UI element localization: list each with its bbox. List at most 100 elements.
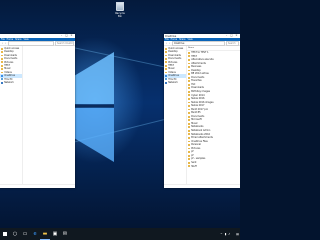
folder-icon	[165, 61, 168, 64]
store-button[interactable]: ▣	[50, 228, 60, 240]
mail-button[interactable]: ✉	[60, 228, 70, 240]
folder-icon	[1, 71, 4, 74]
folder-icon	[188, 108, 191, 111]
folder-icon	[188, 105, 191, 107]
file-list-item[interactable]: Stuff	[187, 165, 240, 169]
navigation-pane: Quick access Desktop Downloads Documents Pic…	[164, 46, 187, 185]
status-bar	[164, 184, 240, 188]
star-icon	[1, 47, 4, 50]
folder-icon	[1, 64, 4, 67]
folder-icon: ▬	[42, 230, 48, 237]
folder-icon	[188, 58, 191, 61]
file-list: TEST to TEST 1 TEST Alternative execute Att…	[187, 51, 240, 168]
task-view-button[interactable]: ▭	[20, 228, 30, 240]
folder-icon	[1, 61, 4, 64]
file-explorer-button[interactable]: ▬	[40, 228, 50, 240]
folder-icon	[188, 122, 191, 125]
nav-item-label: Network	[4, 80, 14, 84]
file-name: Stuff	[191, 164, 197, 168]
action-center-icon[interactable]: ▤	[236, 232, 239, 236]
nav-item-network[interactable]: Network	[0, 81, 22, 84]
folder-icon	[188, 112, 191, 114]
folder-icon	[188, 62, 191, 65]
folder-icon	[188, 97, 191, 100]
task-view-icon: ▭	[22, 231, 28, 237]
recycle-bin-label: Recycle Bin	[115, 11, 125, 18]
close-button[interactable]: ×	[69, 34, 74, 38]
nav-item-label: Network	[168, 80, 178, 84]
start-button[interactable]	[0, 228, 10, 240]
folder-icon	[188, 133, 191, 136]
folder-icon	[188, 129, 191, 132]
folder-icon	[188, 73, 191, 75]
folder-icon	[188, 87, 191, 90]
cloud-icon	[165, 74, 168, 77]
folder-icon	[188, 76, 191, 79]
forward-arrow-icon[interactable]: ›	[4, 42, 7, 45]
navigation-pane: Quick access Desktop Downloads Documents Pic…	[0, 46, 23, 185]
folder-icon	[165, 68, 168, 70]
folder-icon	[188, 119, 191, 122]
folder-icon	[188, 144, 191, 146]
folder-icon	[188, 83, 191, 86]
folder-icon	[188, 66, 191, 68]
folder-icon	[1, 51, 4, 53]
download-icon	[1, 54, 4, 57]
folder-icon	[188, 137, 191, 139]
folder-icon	[188, 158, 191, 161]
folder-icon	[188, 101, 191, 104]
file-explorer-window-left[interactable]: – □ × File Home Share View ‹ › Search On…	[0, 34, 75, 188]
folder-icon	[188, 51, 191, 54]
windows-icon	[3, 232, 7, 236]
recycle-bin[interactable]: Recycle Bin	[113, 2, 127, 18]
forward-arrow-icon[interactable]: ›	[168, 42, 171, 45]
download-icon	[165, 54, 168, 57]
folder-icon	[188, 161, 191, 164]
chevron-up-icon[interactable]: ^	[220, 232, 223, 236]
folder-icon	[165, 51, 168, 53]
explorer-body: Quick access Desktop Downloads Documents Pic…	[164, 46, 240, 185]
folder-icon	[188, 151, 191, 153]
status-bar	[0, 184, 75, 188]
folder-icon	[188, 154, 191, 157]
network-icon[interactable]: ▮	[225, 232, 227, 236]
content-pane[interactable]	[23, 46, 75, 185]
folder-icon	[188, 165, 191, 168]
search-input[interactable]: Search OneDrive	[55, 40, 74, 46]
cloud-icon	[1, 74, 4, 77]
folder-icon	[165, 64, 168, 67]
folder-icon	[188, 90, 191, 93]
nav-item-network[interactable]: Network	[164, 81, 186, 84]
volume-icon[interactable]: ♪	[228, 232, 230, 236]
close-button[interactable]: ×	[234, 34, 239, 38]
content-pane[interactable]: Name TEST to TEST 1 TEST Alternative execu…	[187, 46, 240, 185]
folder-icon	[188, 140, 191, 143]
folder-icon	[165, 57, 168, 60]
folder-icon	[188, 126, 191, 129]
search-button[interactable]: ○	[10, 228, 20, 240]
edge-icon: e	[33, 231, 37, 237]
mail-icon: ✉	[62, 231, 68, 237]
recycle-bin-icon	[116, 2, 124, 11]
taskbar: ○ ▭ e ▬ ▣ ✉ ^ ▮ ♪ ▤	[0, 228, 240, 240]
folder-icon	[188, 115, 191, 118]
network-icon	[165, 81, 168, 84]
edge-button[interactable]: e	[30, 228, 40, 240]
search-input[interactable]: Search	[226, 40, 239, 46]
store-icon: ▣	[52, 231, 58, 237]
pc-icon	[1, 78, 4, 81]
address-bar[interactable]: OneDrive	[172, 40, 225, 46]
address-bar[interactable]	[8, 40, 54, 46]
search-icon: ○	[12, 231, 18, 237]
explorer-body: Quick access Desktop Downloads Documents Pic…	[0, 46, 75, 185]
system-tray: ^ ▮ ♪ ▤	[219, 228, 240, 240]
folder-icon	[188, 94, 191, 97]
pc-icon	[165, 78, 168, 81]
folder-icon	[188, 80, 191, 83]
star-icon	[165, 47, 168, 50]
network-icon	[1, 81, 4, 84]
folder-icon	[188, 69, 191, 72]
folder-icon	[165, 71, 168, 74]
folder-icon	[1, 57, 4, 60]
file-explorer-window-right[interactable]: OneDrive – □ × File Home Share View ‹ › …	[164, 34, 240, 188]
